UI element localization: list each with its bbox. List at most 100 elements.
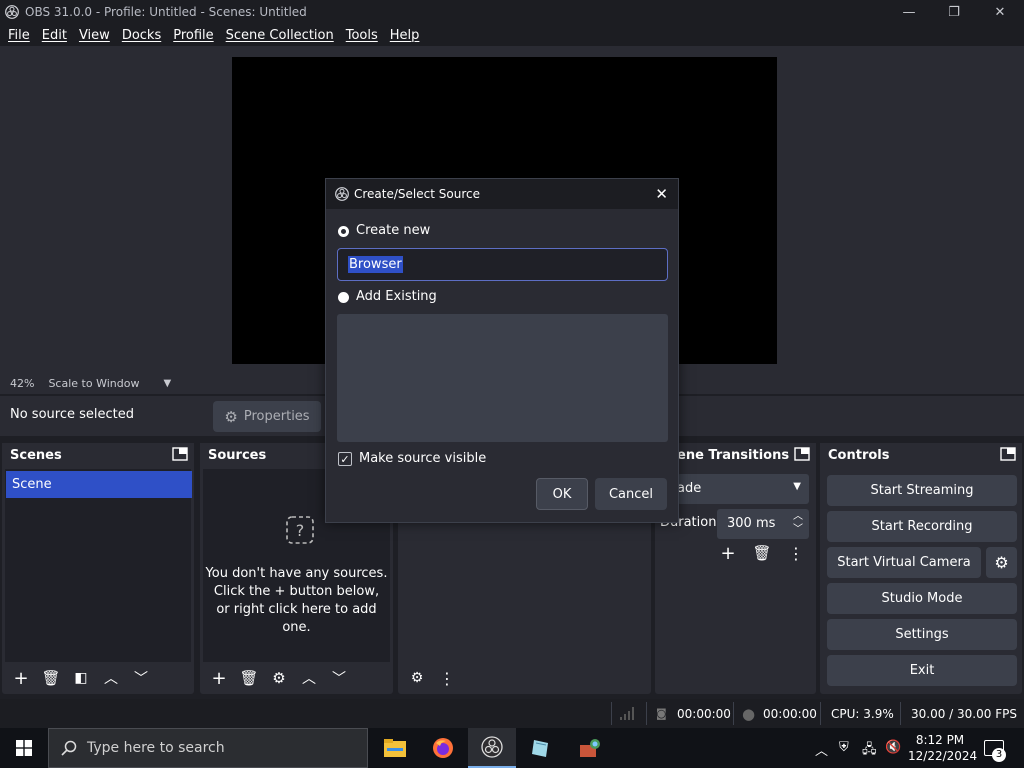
tray-network-icon[interactable]: 🖧 xyxy=(862,740,877,762)
remove-transition-trash-icon[interactable]: 🗑 xyxy=(749,540,775,566)
tray-volume-muted-icon[interactable]: 🔇 xyxy=(885,740,901,755)
make-visible-label[interactable]: Make source visible xyxy=(359,451,486,466)
source-gear-icon[interactable]: ⚙ xyxy=(266,665,292,691)
close-window-button[interactable]: ✕ xyxy=(977,0,1023,24)
stream-icon: ◙ xyxy=(656,707,667,720)
menu-view[interactable]: View xyxy=(73,28,116,43)
scale-mode[interactable]: Scale to Window xyxy=(48,377,139,390)
remove-scene-trash-icon[interactable]: 🗑 xyxy=(38,665,64,691)
move-up-icon[interactable]: ︿ xyxy=(98,665,124,691)
move-down-icon[interactable]: ﹀ xyxy=(128,665,154,691)
taskbar-search-box[interactable]: Type here to search xyxy=(48,728,368,768)
properties-button[interactable]: ⚙ Properties xyxy=(213,401,321,432)
obs-logo-icon xyxy=(5,5,19,19)
menu-help[interactable]: Help xyxy=(384,28,426,43)
stream-time: 00:00:00 xyxy=(677,706,731,721)
minimize-button[interactable]: — xyxy=(886,0,932,24)
app-bundle-icon[interactable] xyxy=(566,728,614,768)
status-divider xyxy=(733,702,734,725)
svg-text:?: ? xyxy=(296,521,305,540)
undock-icon[interactable] xyxy=(172,447,188,461)
search-placeholder: Type here to search xyxy=(87,740,225,756)
tray-chevron-up-icon[interactable]: ︿ xyxy=(815,740,828,759)
undock-icon[interactable] xyxy=(1000,447,1016,461)
create-new-radio[interactable] xyxy=(338,226,349,237)
status-divider xyxy=(611,702,612,725)
cpu-usage: CPU: 3.9% xyxy=(831,706,894,721)
studio-mode-button[interactable]: Studio Mode xyxy=(827,583,1017,614)
notepad-app-icon[interactable] xyxy=(517,728,565,768)
notification-count-badge: 3 xyxy=(992,748,1006,762)
source-name-input[interactable]: Browser xyxy=(337,248,668,281)
menu-bar: File Edit View Docks Profile Scene Colle… xyxy=(0,24,1024,46)
scenes-dock: Scenes Scene + 🗑 ◧ ︿ ﹀ xyxy=(2,443,194,694)
sources-toolbar: + 🗑 ⚙ ︿ ﹀ xyxy=(200,662,393,694)
scenes-toolbar: + 🗑 ◧ ︿ ﹀ xyxy=(2,662,194,694)
move-up-icon[interactable]: ︿ xyxy=(296,665,322,691)
add-existing-label[interactable]: Add Existing xyxy=(356,289,437,304)
tray-security-icon[interactable]: ⛨ xyxy=(839,740,849,755)
create-new-label[interactable]: Create new xyxy=(356,223,430,238)
more-vertical-icon[interactable]: ⋮ xyxy=(783,540,809,566)
window-title: OBS 31.0.0 - Profile: Untitled - Scenes:… xyxy=(25,5,307,19)
duration-spinbox[interactable]: 300 ms ︿ ﹀ xyxy=(717,509,809,539)
no-source-label: No source selected xyxy=(10,407,134,422)
cancel-button[interactable]: Cancel xyxy=(595,478,667,510)
chevron-down-icon[interactable]: ▼ xyxy=(163,378,171,389)
chevron-down-icon: ▼ xyxy=(793,481,801,492)
remove-source-trash-icon[interactable]: 🗑 xyxy=(236,665,262,691)
windows-start-icon[interactable] xyxy=(16,740,32,756)
obs-logo-icon xyxy=(335,187,349,201)
firefox-icon[interactable] xyxy=(419,728,467,768)
clock-date: 12/22/2024 xyxy=(908,749,978,763)
sources-empty-line3: or right click here to add one. xyxy=(216,602,377,635)
dialog-title-bar: Create/Select Source ✕ xyxy=(326,179,678,209)
more-vertical-icon[interactable]: ⋮ xyxy=(434,665,460,691)
sources-empty-line1: You don't have any sources. xyxy=(205,566,388,581)
existing-sources-list[interactable] xyxy=(337,314,668,442)
transitions-title: ene Transitions xyxy=(655,443,816,468)
duration-value: 300 ms xyxy=(727,516,776,531)
menu-profile[interactable]: Profile xyxy=(167,28,219,43)
fps-readout: 30.00 / 30.00 FPS xyxy=(911,706,1017,721)
settings-button[interactable]: Settings xyxy=(827,619,1017,650)
add-source-plus-icon[interactable]: + xyxy=(206,665,232,691)
obs-taskbar-icon[interactable] xyxy=(468,728,516,768)
start-recording-button[interactable]: Start Recording xyxy=(827,511,1017,542)
spin-arrows-icon[interactable]: ︿ ﹀ xyxy=(793,510,803,536)
file-explorer-icon[interactable] xyxy=(371,728,419,768)
move-down-icon[interactable]: ﹀ xyxy=(326,665,352,691)
virtual-camera-gear-icon[interactable]: ⚙ xyxy=(986,547,1017,578)
status-bar: ◙ 00:00:00 ● 00:00:00 CPU: 3.9% 30.00 / … xyxy=(0,699,1024,728)
exit-button[interactable]: Exit xyxy=(827,655,1017,686)
maximize-button[interactable]: ❐ xyxy=(931,0,977,24)
search-icon xyxy=(61,740,77,756)
properties-label: Properties xyxy=(243,409,310,424)
add-scene-plus-icon[interactable]: + xyxy=(8,665,34,691)
sources-empty-text: You don't have any sources. Click the + … xyxy=(203,565,390,637)
advanced-audio-gear-icon[interactable]: ⚙ xyxy=(404,665,430,691)
make-visible-checkbox[interactable]: ✓ xyxy=(338,452,352,466)
record-dot-icon: ● xyxy=(742,704,756,723)
ok-button[interactable]: OK xyxy=(536,478,588,510)
menu-scene-collection[interactable]: Scene Collection xyxy=(220,28,340,43)
clock-time: 8:12 PM xyxy=(915,733,965,747)
source-name-value: Browser xyxy=(348,256,403,273)
start-streaming-button[interactable]: Start Streaming xyxy=(827,475,1017,506)
transition-type-select[interactable]: ade ▼ xyxy=(677,474,809,504)
menu-docks[interactable]: Docks xyxy=(116,28,167,43)
start-virtual-camera-button[interactable]: Start Virtual Camera xyxy=(827,547,981,578)
add-transition-plus-icon[interactable]: + xyxy=(715,540,741,566)
scene-filters-icon[interactable]: ◧ xyxy=(68,665,94,691)
menu-file[interactable]: File xyxy=(2,28,36,43)
undock-icon[interactable] xyxy=(794,447,810,461)
add-existing-radio[interactable] xyxy=(338,292,349,303)
title-bar: OBS 31.0.0 - Profile: Untitled - Scenes:… xyxy=(0,0,1024,24)
dialog-close-icon[interactable]: ✕ xyxy=(655,185,668,203)
scene-item[interactable]: Scene xyxy=(6,471,192,498)
menu-edit[interactable]: Edit xyxy=(36,28,73,43)
sources-empty-line2: Click the + button below, xyxy=(213,584,380,599)
taskbar-clock[interactable]: 8:12 PM 12/22/2024 xyxy=(908,732,978,764)
signal-bars-icon xyxy=(620,707,634,720)
menu-tools[interactable]: Tools xyxy=(340,28,384,43)
